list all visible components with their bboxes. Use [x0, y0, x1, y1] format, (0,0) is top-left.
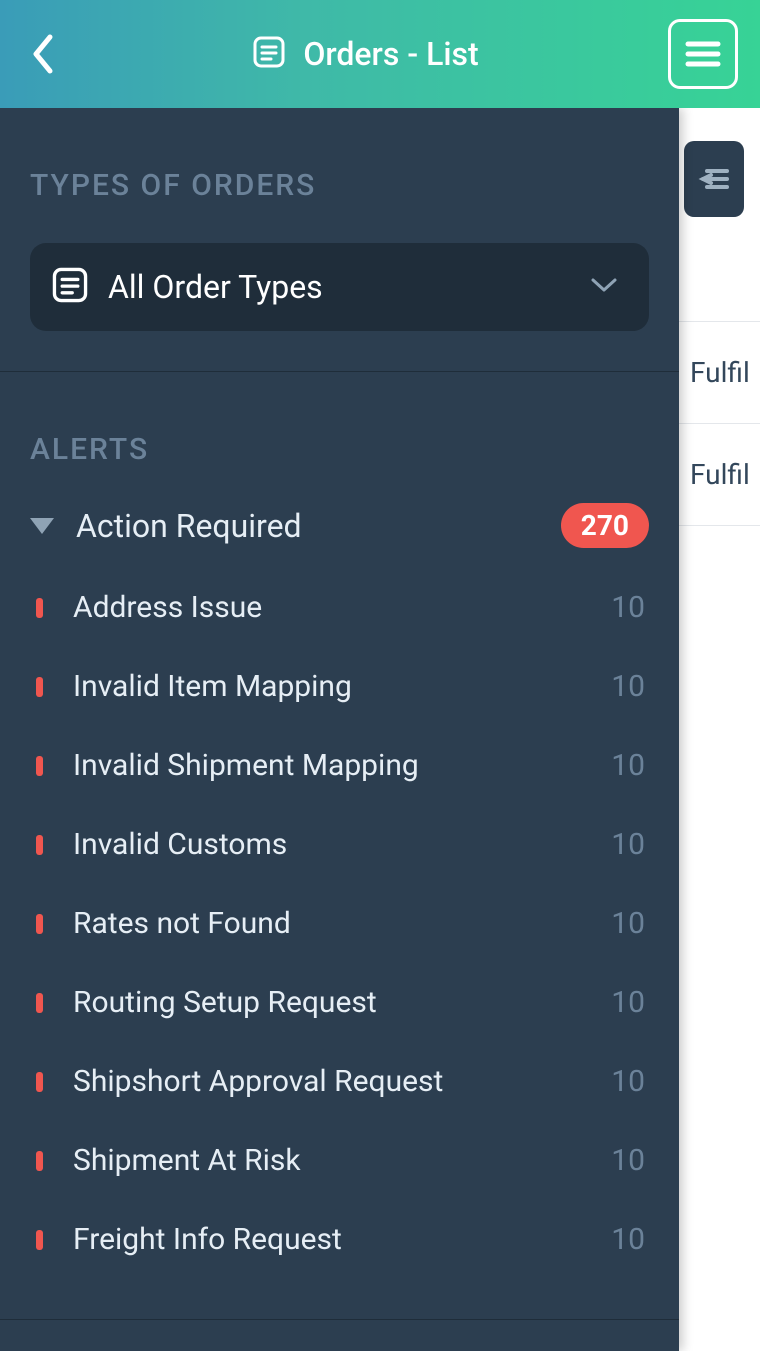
- alert-item-count: 10: [611, 1143, 645, 1178]
- alert-item-label: Shipshort Approval Request: [73, 1064, 611, 1099]
- chevron-down-icon: [589, 276, 619, 298]
- alert-item-label: Freight Info Request: [73, 1222, 611, 1257]
- alert-indicator-icon: [36, 835, 43, 855]
- alert-item-label: Address Issue: [73, 590, 611, 625]
- order-type-selector[interactable]: All Order Types: [30, 243, 649, 331]
- alert-item[interactable]: Invalid Shipment Mapping10: [30, 726, 649, 805]
- orders-icon: [50, 265, 90, 309]
- alert-indicator-icon: [36, 677, 43, 697]
- alert-item[interactable]: Freight Info Request10: [30, 1200, 649, 1279]
- alert-item-count: 10: [611, 906, 645, 941]
- alert-item[interactable]: Invalid Customs10: [30, 805, 649, 884]
- order-type-label: All Order Types: [108, 268, 589, 306]
- orders-icon: [251, 34, 287, 74]
- caret-down-icon: [30, 518, 54, 534]
- alert-item[interactable]: Shipshort Approval Request10: [30, 1042, 649, 1121]
- alerts-section: ALERTS Action Required 270 Address Issue…: [0, 372, 679, 1320]
- alert-item-count: 10: [611, 1064, 645, 1099]
- alert-item-count: 10: [611, 985, 645, 1020]
- alert-item-count: 10: [611, 590, 645, 625]
- alert-item[interactable]: Address Issue10: [30, 568, 649, 647]
- page-title: Orders - List: [303, 35, 478, 73]
- alert-indicator-icon: [36, 1151, 43, 1171]
- alert-item-label: Rates not Found: [73, 906, 611, 941]
- app-header: Orders - List: [0, 0, 760, 108]
- collapse-sidebar-button[interactable]: [684, 141, 744, 217]
- alert-item-label: Invalid Item Mapping: [73, 669, 611, 704]
- alert-item[interactable]: Routing Setup Request10: [30, 963, 649, 1042]
- alert-item-count: 10: [611, 827, 645, 862]
- alert-group-action-required[interactable]: Action Required 270: [30, 467, 649, 568]
- alert-item[interactable]: Shipment At Risk10: [30, 1121, 649, 1200]
- alert-indicator-icon: [36, 598, 43, 618]
- alert-indicator-icon: [36, 993, 43, 1013]
- alert-item-label: Routing Setup Request: [73, 985, 611, 1020]
- alert-item-count: 10: [611, 669, 645, 704]
- alert-item-label: Invalid Customs: [73, 827, 611, 862]
- alert-group-badge: 270: [561, 503, 649, 548]
- alerts-section-title: ALERTS: [30, 432, 649, 467]
- alert-group-label: Action Required: [76, 507, 561, 545]
- alert-item-label: Invalid Shipment Mapping: [73, 748, 611, 783]
- alert-indicator-icon: [36, 914, 43, 934]
- statuses-section: ORDER STATUSES: [0, 1320, 679, 1351]
- menu-button[interactable]: [668, 19, 738, 89]
- filter-sidebar: TYPES OF ORDERS All Order Types ALERTS: [0, 108, 679, 1351]
- alert-item-count: 10: [611, 748, 645, 783]
- alert-indicator-icon: [36, 1230, 43, 1250]
- alerts-list: Address Issue10Invalid Item Mapping10Inv…: [30, 568, 649, 1279]
- alert-indicator-icon: [36, 1072, 43, 1092]
- alert-indicator-icon: [36, 756, 43, 776]
- types-section: TYPES OF ORDERS All Order Types: [0, 108, 679, 372]
- types-section-title: TYPES OF ORDERS: [30, 168, 649, 203]
- alert-item-count: 10: [611, 1222, 645, 1257]
- back-button[interactable]: [22, 24, 62, 84]
- list-row-text: Fulfil: [690, 458, 750, 491]
- alert-item-label: Shipment At Risk: [73, 1143, 611, 1178]
- header-title-wrap: Orders - List: [62, 34, 668, 74]
- alert-item[interactable]: Rates not Found10: [30, 884, 649, 963]
- list-row-text: Fulfil: [690, 356, 750, 389]
- alert-item[interactable]: Invalid Item Mapping10: [30, 647, 649, 726]
